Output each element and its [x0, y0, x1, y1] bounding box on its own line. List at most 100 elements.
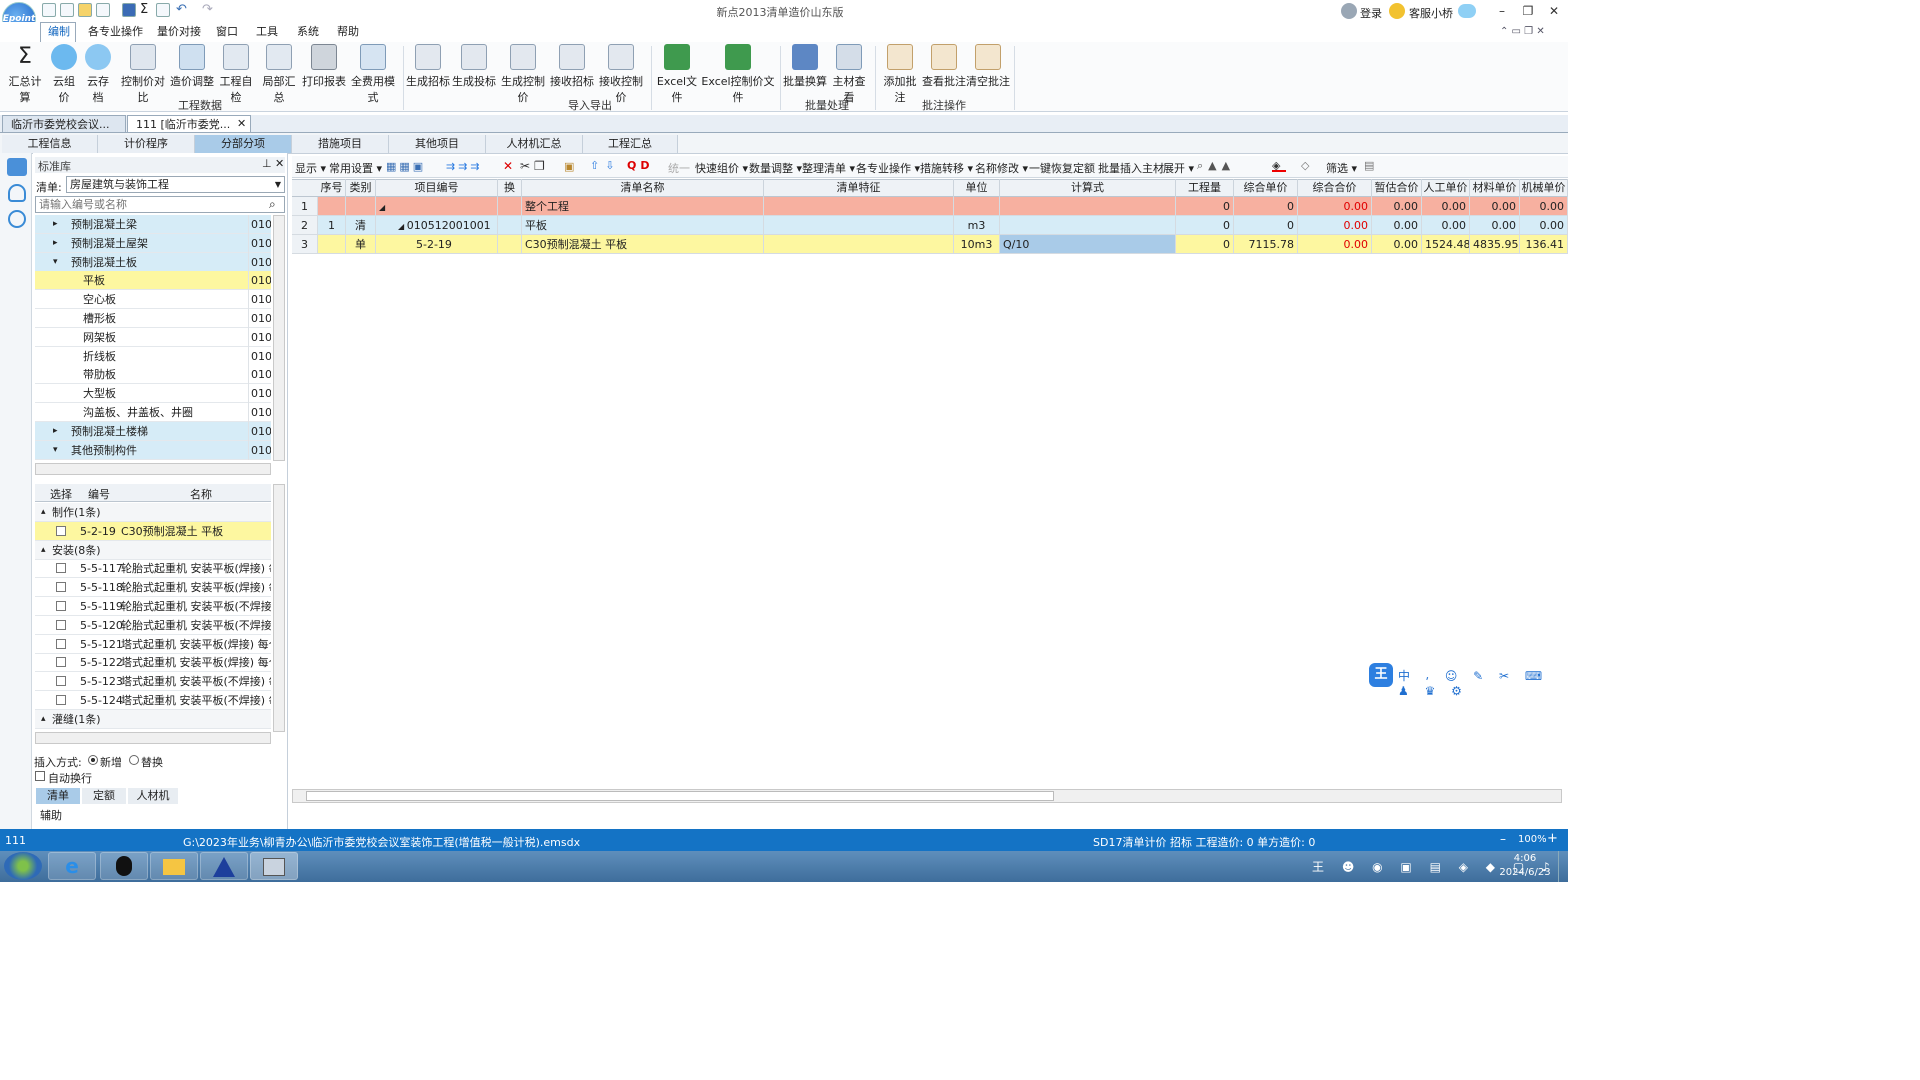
- tb-unify[interactable]: 统一: [668, 160, 690, 176]
- quota-row[interactable]: 5-5-120轮胎式起重机 安装平板(不焊接) 每: [35, 616, 271, 635]
- template-icon[interactable]: [96, 3, 110, 17]
- grid-cell-est[interactable]: 0.00: [1372, 215, 1422, 235]
- grid-cell-code[interactable]: ◢ 010512001001: [376, 215, 498, 235]
- ribbon-control-compare[interactable]: 控制价对比: [116, 44, 170, 104]
- grid-cell-feature[interactable]: [764, 234, 954, 254]
- ribbon-partial-summary[interactable]: 局部汇总: [258, 44, 300, 104]
- grid-cell-qty[interactable]: 0: [1176, 234, 1234, 254]
- menu-help[interactable]: 帮助: [337, 24, 359, 40]
- tb-rename[interactable]: 名称修改 ▾: [975, 160, 1028, 176]
- grid-cell-feature[interactable]: [764, 197, 954, 216]
- quota-row[interactable]: 5-5-118轮胎式起重机 安装平板(焊接) 每个: [35, 578, 271, 598]
- grid-cell-formula[interactable]: [1000, 215, 1176, 235]
- ribbon-receive-control[interactable]: 接收控制价: [595, 44, 647, 104]
- ribbon-gen-control[interactable]: 生成控制价: [497, 44, 549, 104]
- quota-checkbox[interactable]: [56, 601, 66, 611]
- expand-arrow-icon[interactable]: ▸: [53, 215, 58, 234]
- search-input[interactable]: [35, 196, 285, 213]
- quota-horizontal-scrollbar[interactable]: [35, 732, 271, 744]
- grid-header-total[interactable]: 综合合价: [1298, 179, 1372, 197]
- grid-header-type[interactable]: 类别: [346, 179, 376, 197]
- grid-row[interactable]: 3 单 5-2-19 C30预制混凝土 平板 10m3 Q/10 0 7115.78 0.00 0…: [292, 234, 1568, 254]
- close-button[interactable]: ✕: [1542, 2, 1566, 20]
- collapse-arrow-icon[interactable]: ▴: [41, 541, 46, 560]
- quota-row[interactable]: 5-5-121塔式起重机 安装平板(焊接) 每个构: [35, 635, 271, 654]
- quota-row[interactable]: 5-5-119轮胎式起重机 安装平板(不焊接) 每: [35, 597, 271, 616]
- tree-item[interactable]: 带肋板 0105: [35, 365, 271, 385]
- grid-cell-mach[interactable]: 136.41: [1520, 234, 1568, 254]
- tb-qty-adjust[interactable]: 数量调整 ▾: [749, 160, 802, 176]
- list-select[interactable]: 房屋建筑与装饰工程 ▼: [66, 176, 285, 193]
- quota-row[interactable]: 5-5-123塔式起重机 安装平板(不焊接) 每个: [35, 672, 271, 692]
- quota-row[interactable]: 5-5-117轮胎式起重机 安装平板(焊接) 每个: [35, 559, 271, 579]
- grid-cell-mat[interactable]: 4835.95: [1470, 234, 1520, 254]
- ribbon-clear-note[interactable]: 清空批注: [966, 44, 1010, 90]
- grid-header-labor[interactable]: 人工单价: [1422, 179, 1470, 197]
- grid-cell-price[interactable]: 7115.78: [1234, 234, 1298, 254]
- grid-cell-feature[interactable]: [764, 215, 954, 235]
- menu-tools[interactable]: 工具: [256, 24, 278, 40]
- quota-row[interactable]: 5-5-124塔式起重机 安装平板(不焊接) 每个: [35, 691, 271, 710]
- grid-header-qty[interactable]: 工程量: [1176, 179, 1234, 197]
- quota-checkbox[interactable]: [56, 676, 66, 687]
- tree-item[interactable]: 沟盖板、井盖板、井圈 0105: [35, 403, 271, 422]
- grid-cell-seq[interactable]: 1: [318, 215, 346, 235]
- save-icon[interactable]: [122, 3, 136, 17]
- ribbon-excel-file[interactable]: Excel文件: [655, 44, 699, 104]
- quota-checkbox[interactable]: [56, 638, 66, 649]
- close-tab-icon[interactable]: ✕: [237, 117, 246, 130]
- tb-quick-price[interactable]: 快速组价 ▾: [695, 160, 748, 176]
- grid-header-swap[interactable]: 换: [498, 179, 522, 197]
- grid-cell-swap[interactable]: [498, 197, 522, 216]
- restore-button[interactable]: ❐: [1516, 2, 1540, 20]
- tree-item[interactable]: 空心板 0105: [35, 290, 271, 310]
- tab-project-info[interactable]: 工程信息: [2, 135, 98, 153]
- collapse-arrow-icon[interactable]: ◢: [398, 222, 407, 231]
- grid-cell-est[interactable]: 0.00: [1372, 197, 1422, 216]
- quota-checkbox[interactable]: [56, 525, 66, 536]
- grid-header-formula[interactable]: 计算式: [1000, 179, 1176, 197]
- doc-tab-1[interactable]: 临沂市委党校会议...: [2, 115, 126, 133]
- grid-cell-seq[interactable]: [318, 234, 346, 254]
- redo-icon[interactable]: ↷: [202, 2, 213, 17]
- ribbon-self-check[interactable]: 工程自检: [215, 44, 257, 104]
- ribbon-view-note[interactable]: 查看批注: [922, 44, 966, 90]
- grid-cell-total[interactable]: 0.00: [1298, 197, 1372, 216]
- grid-cell-code[interactable]: ◢: [376, 197, 498, 216]
- ribbon-gen-tender[interactable]: 生成投标: [452, 44, 496, 90]
- search-icon[interactable]: ⌕: [269, 197, 276, 212]
- tree-item[interactable]: 网架板 0105: [35, 327, 271, 347]
- ribbon-receive-bid[interactable]: 接收招标: [550, 44, 594, 90]
- ribbon-add-note[interactable]: 添加批注: [879, 44, 921, 104]
- tab-labor-material[interactable]: 人材机汇总: [486, 135, 583, 153]
- quota-group[interactable]: ▴ 灌缝(1条): [35, 709, 271, 729]
- open-folder-icon[interactable]: [78, 3, 92, 17]
- show-desktop-button[interactable]: [1558, 851, 1568, 882]
- tree-item[interactable]: 平板 0105: [35, 271, 271, 291]
- menu-price-link[interactable]: 量价对接: [157, 24, 201, 40]
- quota-checkbox[interactable]: [56, 657, 66, 668]
- grid-cell-name[interactable]: 整个工程: [522, 197, 764, 216]
- new-file-icon[interactable]: [42, 3, 56, 17]
- grid-header-mach[interactable]: 机械单价: [1520, 179, 1568, 197]
- delete-icon[interactable]: ✕: [503, 159, 513, 173]
- grid-cell-mach[interactable]: 0.00: [1520, 197, 1568, 216]
- quota-checkbox[interactable]: [56, 695, 66, 705]
- tab-measures[interactable]: 措施项目: [292, 135, 389, 153]
- ribbon-cost-adjust[interactable]: 造价调整: [170, 44, 214, 90]
- tb-common-settings[interactable]: 常用设置 ▾: [329, 160, 382, 176]
- undo-icon[interactable]: ↶: [176, 2, 187, 17]
- grid-cell-name[interactable]: 平板: [522, 215, 764, 235]
- grid-header-est[interactable]: 暂估合价: [1372, 179, 1422, 197]
- bottom-tab-quota[interactable]: 定额: [82, 788, 126, 804]
- grid-header-name[interactable]: 清单名称: [522, 179, 764, 197]
- login-link[interactable]: 登录: [1360, 5, 1382, 21]
- minimize-button[interactable]: –: [1490, 2, 1514, 20]
- grid-cell-swap[interactable]: [498, 234, 522, 254]
- tb-batch-insert-material[interactable]: 批量插入主材: [1098, 160, 1164, 176]
- cut-copy-icons[interactable]: ✂❐: [520, 159, 549, 173]
- expand-arrow-icon[interactable]: ▸: [53, 234, 58, 253]
- grid-cell-est[interactable]: 0.00: [1372, 234, 1422, 254]
- grid-cell-mach[interactable]: 0.00: [1520, 215, 1568, 235]
- assistant-link[interactable]: 客服小桥: [1409, 5, 1453, 21]
